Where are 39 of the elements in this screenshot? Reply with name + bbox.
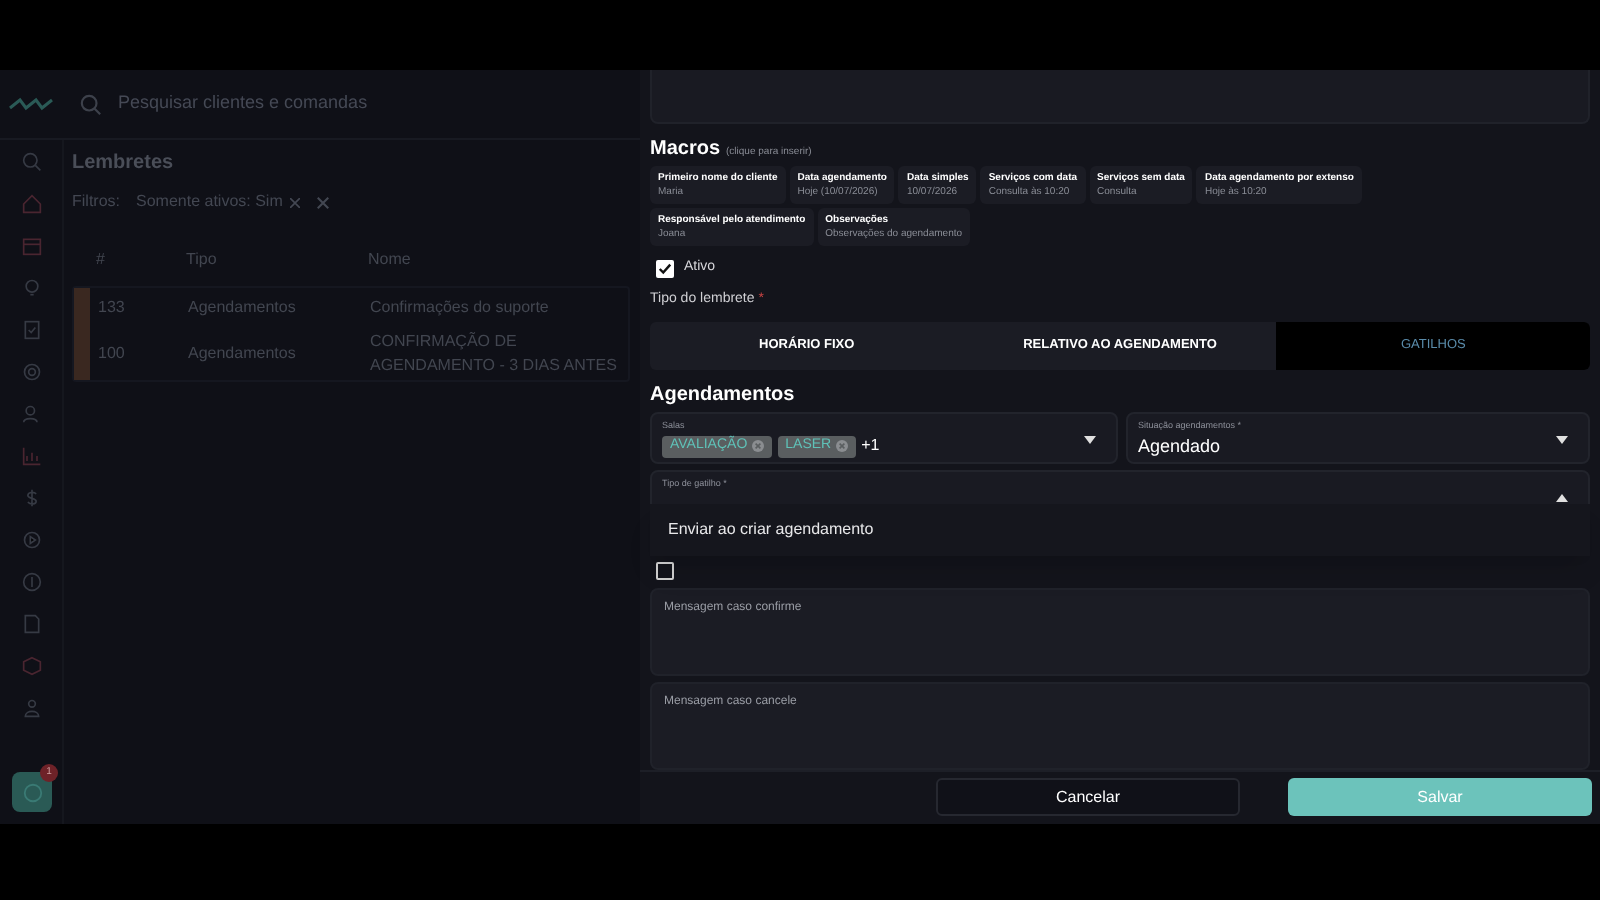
file-icon[interactable] — [21, 614, 41, 634]
logo-icon — [8, 96, 56, 112]
search-icon[interactable] — [21, 152, 41, 172]
cube-icon[interactable] — [21, 656, 41, 676]
section-title: Macros — [650, 135, 721, 164]
column-header: Nome — [368, 250, 411, 268]
filters-label: Filtros: — [72, 190, 120, 214]
settings-icon[interactable] — [21, 362, 41, 382]
search-icon — [80, 93, 102, 115]
text-area[interactable] — [650, 70, 1590, 124]
table-cell: 100 — [98, 344, 125, 362]
table-cell: Agendamentos — [188, 298, 296, 316]
page-title: Lembretes — [72, 150, 176, 178]
remove-filter-icon[interactable] — [290, 197, 301, 207]
dollar-icon[interactable] — [21, 488, 41, 508]
column-header: # — [96, 250, 105, 268]
search-field[interactable]: Pesquisar clientes e comandas — [118, 90, 578, 118]
caret-icon — [1084, 435, 1096, 444]
checkbox[interactable] — [656, 259, 674, 277]
home-icon[interactable] — [21, 194, 41, 214]
caret-icon — [1556, 435, 1568, 444]
clear-filters-icon[interactable] — [316, 195, 331, 209]
chart-icon[interactable] — [21, 446, 41, 466]
more-count: +1 — [861, 434, 880, 459]
user-icon[interactable] — [21, 404, 41, 424]
menu-item[interactable]: Enviar ao criar agendamento — [668, 518, 874, 542]
clipboard-icon[interactable] — [21, 320, 41, 340]
column-header: Tipo — [186, 250, 217, 268]
table-cell: 133 — [98, 298, 125, 316]
bulb-icon[interactable] — [21, 278, 41, 298]
cancel-button[interactable]: Cancelar — [936, 778, 1240, 817]
table-cell: Confirmações do suporte — [370, 298, 549, 316]
section-title: Agendamentos — [650, 381, 797, 410]
chat-icon — [21, 781, 43, 803]
table-cell: CONFIRMAÇÃO DE AGENDAMENTO - 3 DIAS ANTES — [370, 332, 617, 374]
remove-icon[interactable] — [835, 440, 848, 453]
remove-icon[interactable] — [751, 440, 764, 453]
table-cell: Agendamentos — [188, 344, 296, 362]
calendar-icon[interactable] — [21, 236, 41, 256]
